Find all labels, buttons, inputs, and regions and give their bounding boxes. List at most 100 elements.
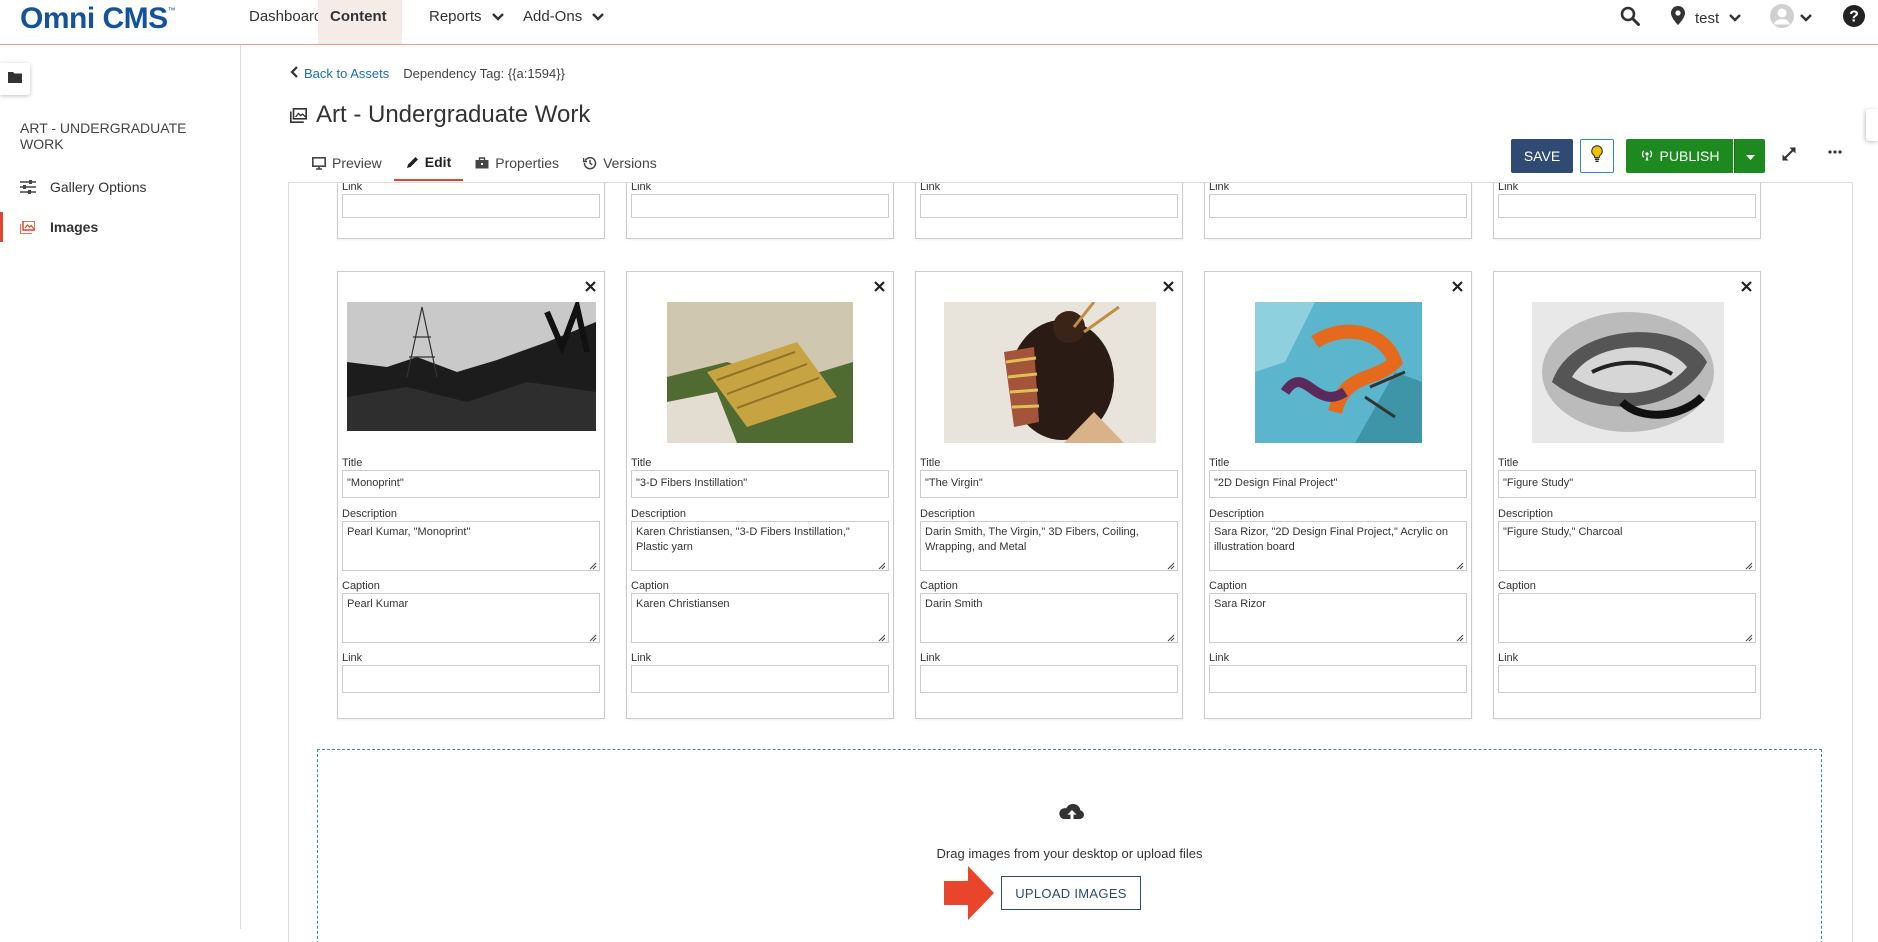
- save-button[interactable]: SAVE: [1511, 139, 1573, 173]
- description-field[interactable]: "Figure Study," Charcoal: [1498, 521, 1756, 571]
- sidebar-item-images[interactable]: Images: [0, 212, 243, 242]
- resize-handle-icon[interactable]: [1167, 632, 1175, 642]
- description-label: Description: [920, 508, 976, 520]
- sidebar-item-label: Images: [50, 219, 99, 235]
- title-field[interactable]: "3-D Fibers Instillation": [631, 470, 889, 498]
- sidebar: ART - UNDERGRADUATE WORK Gallery Options…: [0, 45, 241, 929]
- caption-field[interactable]: Karen Christiansen: [631, 593, 889, 643]
- remove-image-button[interactable]: [874, 276, 885, 296]
- link-field[interactable]: [342, 194, 600, 218]
- image-thumbnail: [347, 302, 596, 431]
- omni-cms-logo[interactable]: Omni CMS™: [20, 2, 176, 36]
- sidebar-item-label: Gallery Options: [50, 179, 147, 195]
- resize-handle-icon[interactable]: [1456, 632, 1464, 642]
- caption-field[interactable]: Darin Smith: [920, 593, 1178, 643]
- upload-dropzone[interactable]: Drag images from your desktop or upload …: [317, 749, 1822, 942]
- caption-text: Darin Smith: [925, 598, 983, 610]
- title-field[interactable]: "2D Design Final Project": [1209, 470, 1467, 498]
- tab-preview[interactable]: Preview: [300, 145, 394, 181]
- search-button[interactable]: [1620, 0, 1640, 36]
- caption-field[interactable]: Pearl Kumar: [342, 593, 600, 643]
- ellipsis-icon: [1828, 146, 1842, 163]
- link-label: Link: [342, 182, 363, 193]
- tab-properties[interactable]: Properties: [463, 145, 571, 181]
- title-label: Title: [631, 457, 652, 469]
- nav-reports[interactable]: Reports: [417, 0, 516, 44]
- link-field[interactable]: [920, 665, 1178, 693]
- resize-handle-icon[interactable]: [1745, 560, 1753, 570]
- remove-image-button[interactable]: [1452, 276, 1463, 296]
- link-field[interactable]: [920, 194, 1178, 218]
- user-menu[interactable]: [1770, 0, 1812, 36]
- description-label: Description: [342, 508, 398, 520]
- link-field[interactable]: [631, 665, 889, 693]
- link-field[interactable]: [342, 665, 600, 693]
- caption-text: Pearl Kumar: [347, 598, 409, 610]
- link-field[interactable]: [631, 194, 889, 218]
- link-field[interactable]: [1209, 194, 1467, 218]
- resize-handle-icon[interactable]: [878, 632, 886, 642]
- right-panel-toggle[interactable]: [1866, 109, 1878, 141]
- resize-handle-icon[interactable]: [1167, 560, 1175, 570]
- nav-content[interactable]: Content: [318, 0, 402, 55]
- chevron-down-icon: [1729, 9, 1742, 27]
- fullscreen-button[interactable]: [1780, 145, 1798, 168]
- publish-label: PUBLISH: [1659, 148, 1720, 164]
- resize-handle-icon[interactable]: [1456, 560, 1464, 570]
- resize-handle-icon[interactable]: [878, 560, 886, 570]
- description-text: "Figure Study," Charcoal: [1503, 526, 1623, 538]
- lightbulb-icon: [1591, 144, 1603, 168]
- caption-label: Caption: [1209, 580, 1247, 592]
- remove-image-button[interactable]: [1741, 276, 1752, 296]
- publish-button[interactable]: PUBLISH: [1626, 139, 1733, 173]
- link-field[interactable]: [1209, 665, 1467, 693]
- title-field[interactable]: "Monoprint": [342, 470, 600, 498]
- title-field[interactable]: "Figure Study": [1498, 470, 1756, 498]
- help-button[interactable]: ?: [1842, 0, 1866, 36]
- resize-handle-icon[interactable]: [589, 632, 597, 642]
- description-label: Description: [1498, 508, 1554, 520]
- content-tips-button[interactable]: [1580, 139, 1614, 173]
- file-navigation-toggle[interactable]: [0, 63, 30, 95]
- caption-field[interactable]: Sara Rizor: [1209, 593, 1467, 643]
- caption-text: Karen Christiansen: [636, 598, 730, 610]
- sidebar-title: ART - UNDERGRADUATE WORK: [20, 120, 187, 152]
- description-text: Karen Christiansen, "3-D Fibers Instilla…: [636, 526, 850, 553]
- remove-image-button[interactable]: [585, 276, 596, 296]
- description-label: Description: [631, 508, 687, 520]
- site-selector[interactable]: test: [1671, 0, 1742, 36]
- link-label: Link: [920, 182, 941, 193]
- editor-tabs: Preview Edit Properties Versions: [300, 145, 669, 181]
- nav-add-ons-label: Add-Ons: [523, 8, 583, 25]
- link-field[interactable]: [1498, 194, 1756, 218]
- description-field[interactable]: Pearl Kumar, "Monoprint": [342, 521, 600, 571]
- sidebar-item-gallery-options[interactable]: Gallery Options: [0, 172, 240, 202]
- description-field[interactable]: Sara Rizor, "2D Design Final Project," A…: [1209, 521, 1467, 571]
- image-card-previous: Link: [915, 182, 1183, 239]
- back-to-assets-link[interactable]: Back to Assets: [304, 66, 389, 81]
- close-icon: [874, 276, 885, 296]
- chevron-down-icon: [592, 0, 605, 34]
- tab-edit[interactable]: Edit: [393, 145, 464, 181]
- history-icon: [583, 156, 597, 170]
- upload-images-button[interactable]: UPLOAD IMAGES: [1001, 876, 1141, 910]
- resize-handle-icon[interactable]: [1745, 632, 1753, 642]
- publish-options-button[interactable]: [1734, 139, 1765, 173]
- caption-field[interactable]: [1498, 593, 1756, 643]
- description-field[interactable]: Karen Christiansen, "3-D Fibers Instilla…: [631, 521, 889, 571]
- caption-text: Sara Rizor: [1214, 598, 1266, 610]
- more-options-button[interactable]: [1828, 145, 1842, 164]
- title-field[interactable]: "The Virgin": [920, 470, 1178, 498]
- nav-dashboard-label: Dashboard: [249, 8, 323, 25]
- monitor-icon: [312, 156, 326, 170]
- title-label: Title: [342, 457, 363, 469]
- description-field[interactable]: Darin Smith, The Virgin," 3D Fibers, Coi…: [920, 521, 1178, 571]
- remove-image-button[interactable]: [1163, 276, 1174, 296]
- image-thumbnail: [1255, 302, 1422, 443]
- resize-handle-icon[interactable]: [589, 560, 597, 570]
- tab-label: Edit: [424, 154, 452, 170]
- nav-add-ons[interactable]: Add-Ons: [511, 0, 616, 44]
- close-icon: [585, 276, 596, 296]
- link-field[interactable]: [1498, 665, 1756, 693]
- tab-versions[interactable]: Versions: [571, 145, 669, 181]
